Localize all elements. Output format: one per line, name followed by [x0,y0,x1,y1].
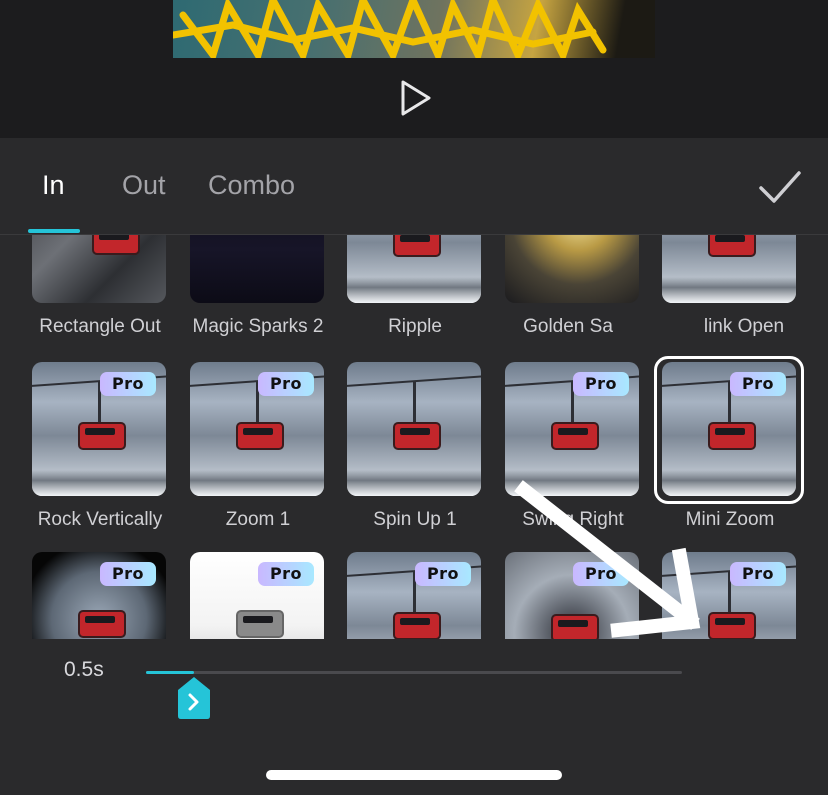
effect-thumbnail: Pro [662,362,796,496]
pro-badge: Pro [258,562,314,586]
effect-item-magic-sparks-2[interactable]: Magic Sparks 2 [183,235,333,337]
effect-item-golden-sand[interactable]: Golden Sa [498,235,648,337]
confirm-button[interactable] [758,168,802,208]
pro-badge: Pro [100,562,156,586]
pro-badge: Pro [573,372,629,396]
tab-out[interactable]: Out [122,170,166,201]
tab-in[interactable]: In [42,170,65,201]
effect-item-zoom-1[interactable]: Pro Zoom 1 [183,362,333,532]
duration-value: 0.5s [64,658,104,681]
video-preview [0,0,828,138]
effect-thumbnail [505,235,639,303]
effect-thumbnail [347,235,481,303]
effect-item[interactable]: Pro [25,552,175,639]
effect-label: Rock Vertically [37,509,163,530]
pro-badge: Pro [730,562,786,586]
effect-thumbnail: Pro [505,552,639,639]
effect-label: Zoom 1 [225,509,291,530]
chevron-right-icon [178,677,211,719]
effect-item-blink-open[interactable]: link Open [655,235,805,337]
effect-item[interactable]: Pro [498,552,648,639]
effect-item-spin-up-1[interactable]: Spin Up 1 [340,362,490,532]
effect-item-mini-zoom[interactable]: Pro Mini Zoom [654,356,805,532]
effect-label: Ripple [388,316,442,337]
effect-item-ripple[interactable]: Ripple [340,235,490,337]
effect-thumbnail: Pro [190,362,324,496]
effects-grid: Rectangle Out Magic Sparks 2 Ripple Gold… [0,235,828,639]
pro-badge: Pro [100,372,156,396]
effect-label: link Open [703,316,785,337]
checkmark-icon [759,171,801,203]
effect-item-swing-right[interactable]: Pro Swing Right [498,362,648,532]
effect-thumbnail [347,362,481,496]
effect-thumbnail [662,235,796,303]
effect-item[interactable]: Pro [340,552,490,639]
effect-thumbnail: Pro [662,552,796,639]
effect-thumbnail [190,235,324,303]
effect-thumbnail [32,235,166,303]
tab-combo[interactable]: Combo [208,170,295,201]
effect-thumbnail: Pro [190,552,324,639]
pro-badge: Pro [573,562,629,586]
effect-thumbnail: Pro [347,552,481,639]
effect-thumbnail: Pro [32,552,166,639]
effect-label: Swing Right [522,509,624,530]
effect-label: Mini Zoom [685,509,775,530]
slider-handle[interactable] [177,676,211,720]
duration-slider[interactable] [146,671,682,674]
effect-label: Rectangle Out [39,316,161,337]
effect-thumbnail: Pro [505,362,639,496]
effect-item-rock-vertically[interactable]: Pro Rock Vertically [25,362,175,532]
tabs-bar: In Out Combo [0,138,828,235]
effect-label: Golden Sa [523,316,613,337]
video-frame [173,0,655,58]
pro-badge: Pro [258,372,314,396]
play-button[interactable] [396,78,436,118]
play-icon [401,80,431,116]
effect-label: Spin Up 1 [373,509,457,530]
pro-badge: Pro [415,562,471,586]
effect-label: Magic Sparks 2 [192,316,324,337]
active-tab-indicator [28,229,80,233]
duration-bar: 0.5s [0,640,828,795]
pro-badge: Pro [730,372,786,396]
effect-thumbnail: Pro [32,362,166,496]
home-indicator [266,770,562,780]
effect-item[interactable]: Pro [183,552,333,639]
effect-item-rectangle-out[interactable]: Rectangle Out [25,235,175,337]
effect-item[interactable]: Pro [655,552,805,639]
slider-fill [146,671,195,674]
